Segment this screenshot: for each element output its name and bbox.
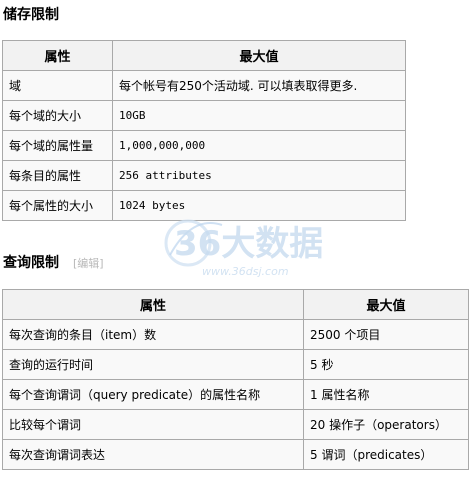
attribute-cell: 每个域的属性量: [2, 130, 113, 161]
value-cell: 1024 bytes: [112, 190, 406, 221]
column-header-attribute: 属性: [2, 289, 304, 320]
attribute-cell: 每次查询谓词表达: [2, 439, 304, 470]
attribute-cell: 每次查询的条目（item）数: [2, 319, 304, 350]
watermark-brand: 36大数据: [174, 224, 322, 264]
storage-limits-heading: 储存限制: [3, 6, 59, 24]
value-cell: 每个帐号有250个活动域. 可以填表取得更多.: [112, 70, 406, 101]
table-header-row: 属性 最大值: [2, 40, 406, 71]
table-row: 每次查询的条目（item）数 2500 个项目: [2, 319, 469, 350]
value-cell: 1 属性名称: [303, 379, 469, 410]
table-row: 每个查询谓词（query predicate）的属性名称 1 属性名称: [2, 379, 469, 410]
table-row: 查询的运行时间 5 秒: [2, 349, 469, 380]
table-row: 每条目的属性 256 attributes: [2, 160, 406, 191]
query-limits-heading: 查询限制 [编辑]: [3, 254, 104, 273]
attribute-cell: 域: [2, 70, 113, 101]
attribute-cell: 每个查询谓词（query predicate）的属性名称: [2, 379, 304, 410]
column-header-max-value: 最大值: [303, 289, 469, 320]
table-row: 每个属性的大小 1024 bytes: [2, 190, 406, 221]
table-header-row: 属性 最大值: [2, 289, 469, 320]
attribute-cell: 每个域的大小: [2, 100, 113, 131]
column-header-attribute: 属性: [2, 40, 113, 71]
table-row: 每个域的大小 10GB: [2, 100, 406, 131]
attribute-cell: 查询的运行时间: [2, 349, 304, 380]
value-cell: 2500 个项目: [303, 319, 469, 350]
value-cell: 10GB: [112, 100, 406, 131]
storage-limits-title: 储存限制: [3, 7, 59, 23]
watermark-logo-icon: [164, 219, 223, 267]
value-cell: 1,000,000,000: [112, 130, 406, 161]
table-row: 每次查询谓词表达 5 谓词（predicates）: [2, 439, 469, 470]
storage-limits-table: 属性 最大值 域 每个帐号有250个活动域. 可以填表取得更多. 每个域的大小 …: [2, 40, 406, 221]
value-cell: 20 操作子（operators）: [303, 409, 469, 440]
attribute-cell: 每个属性的大小: [2, 190, 113, 221]
edit-link[interactable]: [编辑]: [73, 257, 104, 270]
column-header-max-value: 最大值: [112, 40, 406, 71]
table-row: 域 每个帐号有250个活动域. 可以填表取得更多.: [2, 70, 406, 101]
table-row: 每个域的属性量 1,000,000,000: [2, 130, 406, 161]
value-cell: 5 秒: [303, 349, 469, 380]
value-cell: 256 attributes: [112, 160, 406, 191]
table-row: 比较每个谓词 20 操作子（operators）: [2, 409, 469, 440]
attribute-cell: 比较每个谓词: [2, 409, 304, 440]
value-cell: 5 谓词（predicates）: [303, 439, 469, 470]
attribute-cell: 每条目的属性: [2, 160, 113, 191]
query-limits-title: 查询限制: [3, 255, 59, 271]
watermark-url: www.36dsj.com: [202, 265, 289, 278]
query-limits-table: 属性 最大值 每次查询的条目（item）数 2500 个项目 查询的运行时间 5…: [2, 289, 469, 470]
